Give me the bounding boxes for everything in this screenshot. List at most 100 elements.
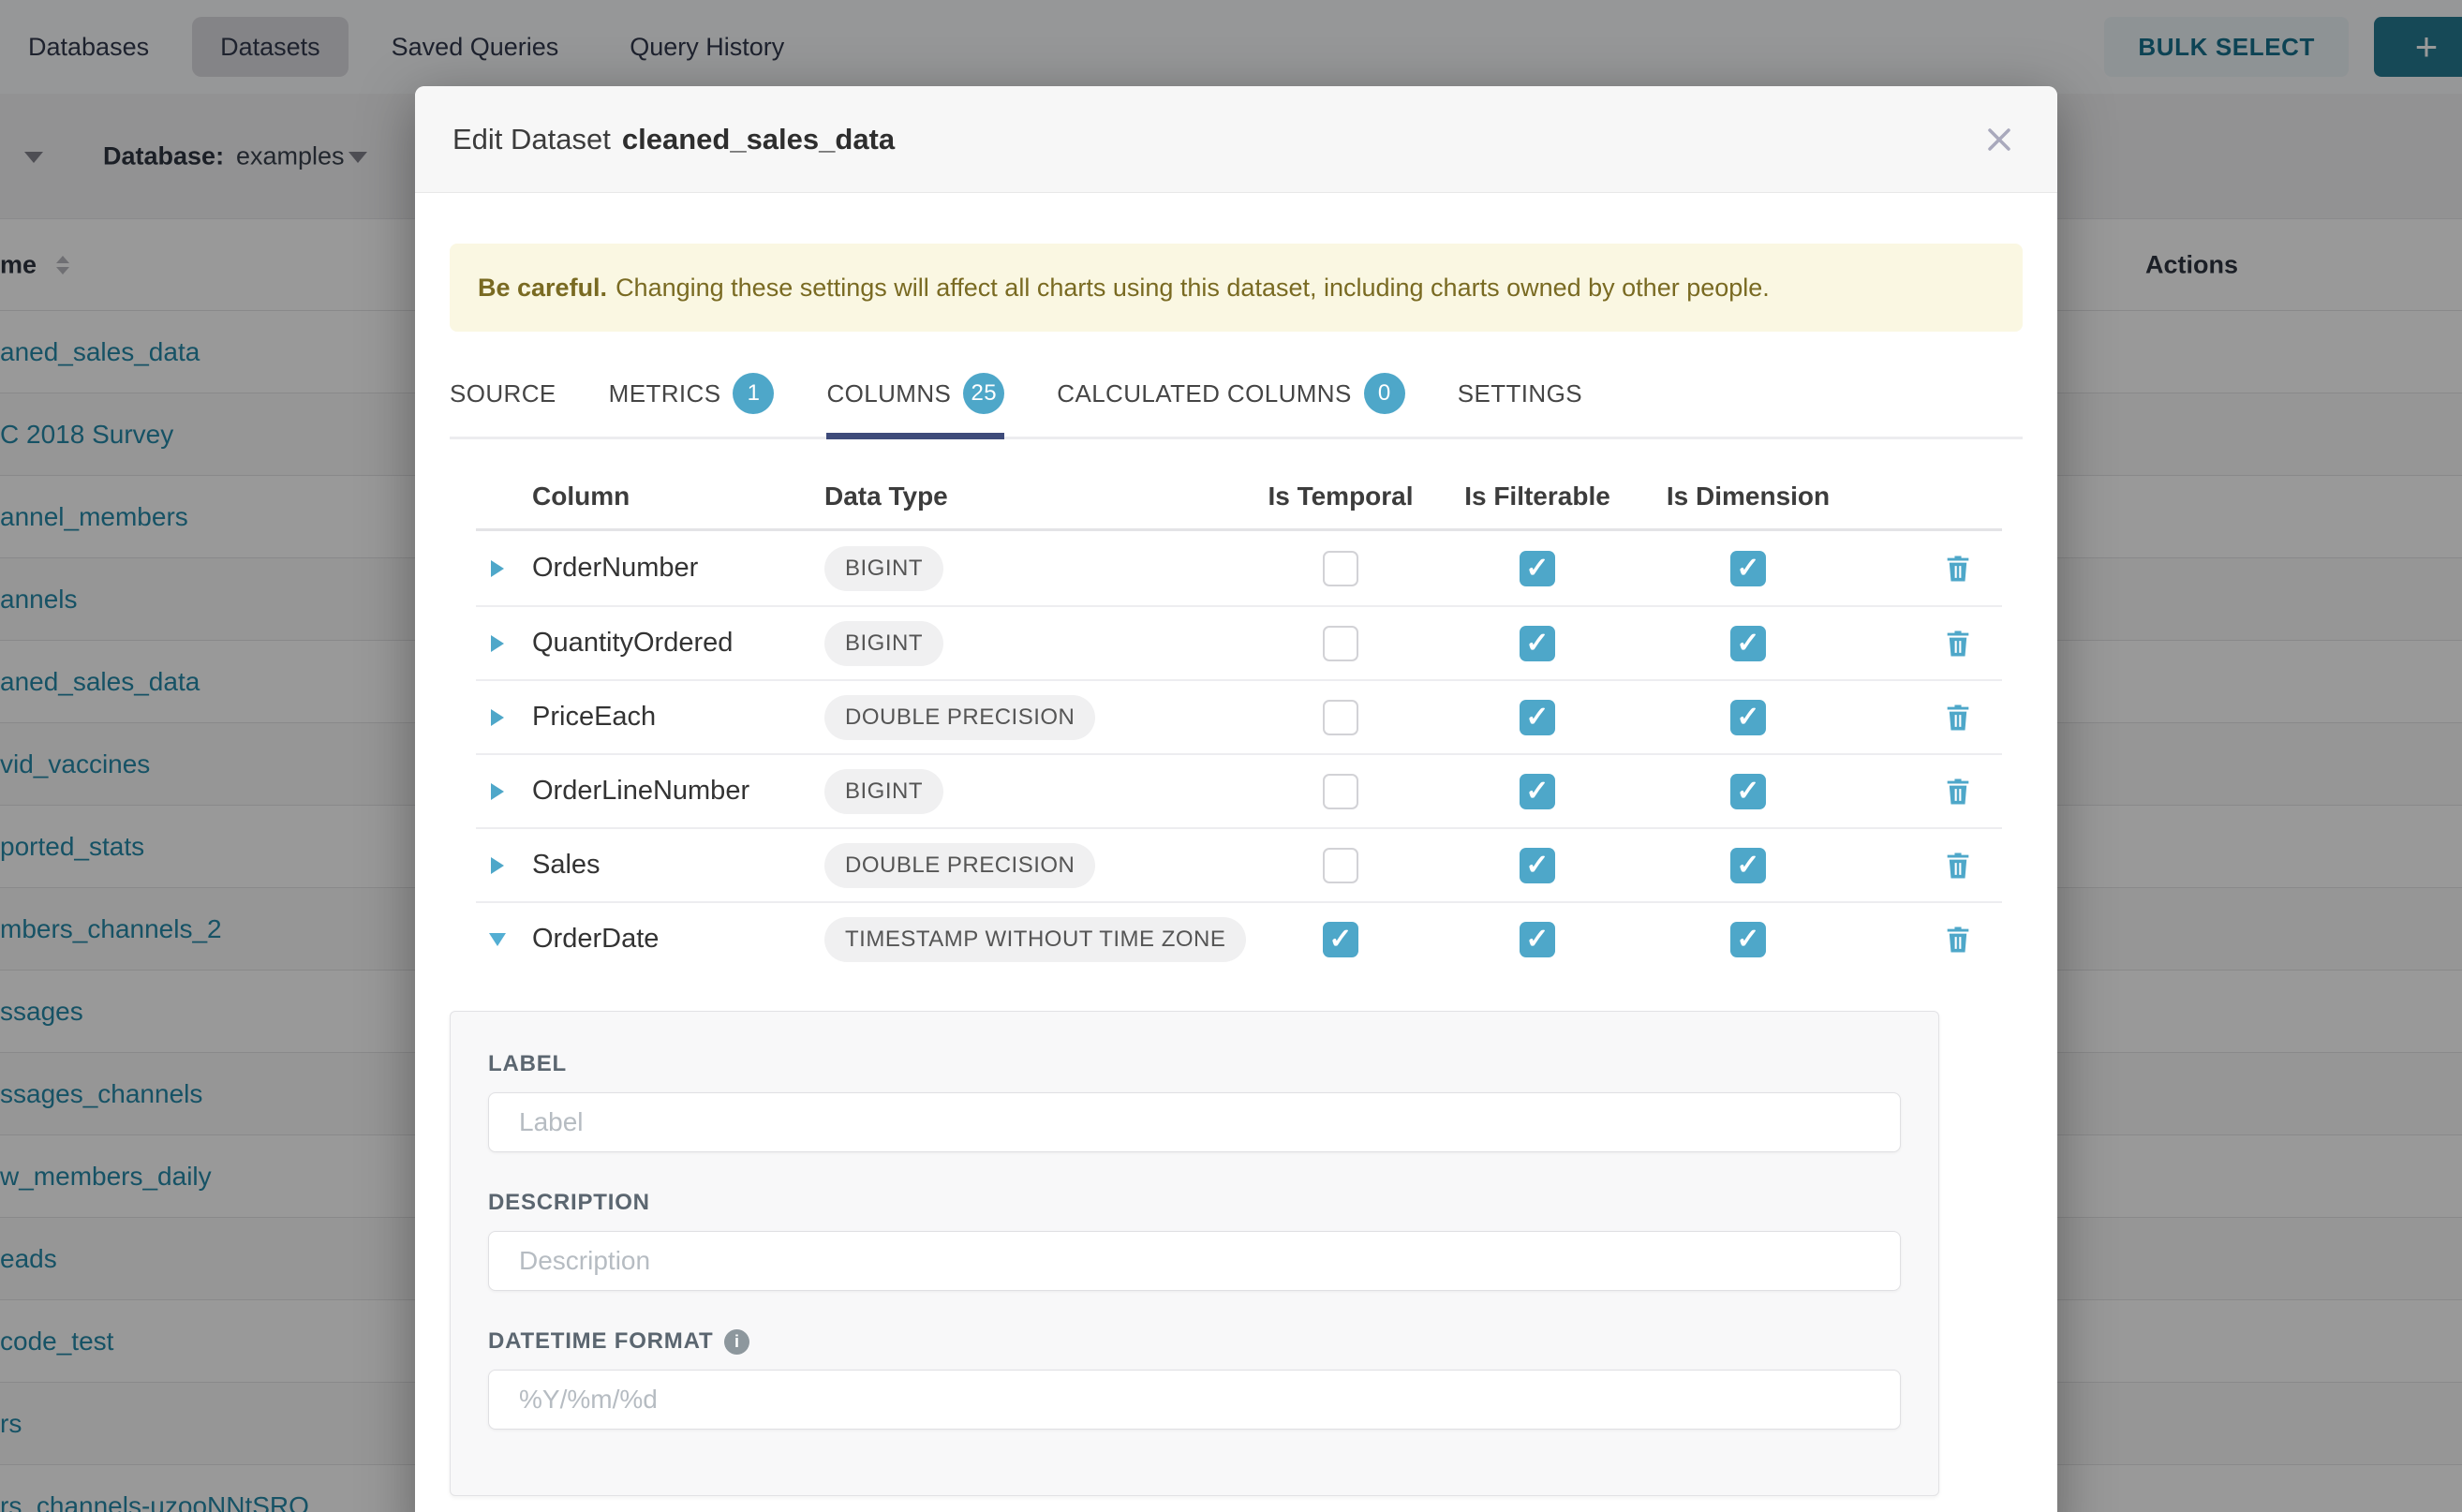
tab-columns[interactable]: COLUMNS25 (826, 373, 1004, 437)
warning-bold: Be careful. (478, 274, 607, 303)
column-name: PriceEach (519, 702, 811, 733)
delete-cell (1861, 553, 2002, 585)
column-row: PriceEach DOUBLE PRECISION (476, 679, 2002, 753)
data-type-badge: BIGINT (824, 621, 943, 666)
warning-text: Changing these settings will affect all … (616, 274, 1770, 303)
is-dimension-checkbox[interactable] (1730, 626, 1766, 661)
is-filterable-checkbox[interactable] (1520, 551, 1555, 586)
is-filterable-checkbox[interactable] (1520, 774, 1555, 809)
datetime-format-input[interactable] (488, 1370, 1901, 1430)
modal-tabs: SOURCE METRICS 1 COLUMNS25 CALCULATED COLUMN… (450, 373, 2023, 439)
is-temporal-checkbox[interactable] (1323, 626, 1358, 661)
caret-cell (476, 560, 519, 577)
tab-label: METRICS (609, 379, 721, 408)
caret-cell (476, 933, 519, 946)
is-filterable-checkbox[interactable] (1520, 922, 1555, 957)
info-icon[interactable]: i (724, 1329, 749, 1355)
expand-caret-icon[interactable] (491, 709, 504, 726)
tab-metrics[interactable]: METRICS 1 (609, 373, 775, 437)
caret-cell (476, 635, 519, 652)
column-name: Sales (519, 850, 811, 881)
data-type-badge: BIGINT (824, 546, 943, 591)
delete-cell (1861, 850, 2002, 882)
data-type-badge: DOUBLE PRECISION (824, 695, 1095, 740)
tab-label: SETTINGS (1458, 379, 1582, 408)
column-header: Column (519, 482, 811, 511)
description-field-label: DESCRIPTION (488, 1190, 1901, 1216)
delete-column-icon[interactable] (1942, 702, 1974, 734)
tab-calculated-columns[interactable]: CALCULATED COLUMNS0 (1057, 373, 1404, 437)
is-filterable-checkbox-cell (1439, 551, 1636, 586)
caret-cell (476, 857, 519, 874)
column-row: OrderNumberBIGINT (476, 531, 2002, 605)
data-type-cell: DOUBLE PRECISION (811, 695, 1242, 740)
delete-cell (1861, 924, 2002, 956)
is-temporal-checkbox[interactable] (1323, 774, 1358, 809)
data-type-cell: BIGINT (811, 546, 1242, 591)
is-filterable-checkbox[interactable] (1520, 626, 1555, 661)
datetime-format-label-text: DATETIME FORMAT (488, 1328, 713, 1355)
columns-table: Column Data Type Is Temporal Is Filterab… (476, 464, 2002, 975)
is-filterable-header: Is Filterable (1439, 482, 1636, 511)
is-dimension-checkbox[interactable] (1730, 700, 1766, 735)
delete-column-icon[interactable] (1942, 924, 1974, 956)
column-name: OrderLineNumber (519, 776, 811, 807)
modal-title: Edit Dataset (452, 123, 611, 156)
is-temporal-checkbox[interactable] (1323, 922, 1358, 957)
is-filterable-checkbox-cell (1439, 922, 1636, 957)
datetime-format-field: DATETIME FORMAT i (488, 1328, 1901, 1430)
is-dimension-checkbox-cell (1636, 626, 1861, 661)
description-field-label-text: DESCRIPTION (488, 1190, 650, 1216)
expand-caret-icon[interactable] (491, 783, 504, 800)
description-input[interactable] (488, 1231, 1901, 1291)
close-icon[interactable] (1982, 123, 2016, 156)
tab-label: SOURCE (450, 379, 556, 408)
is-temporal-checkbox[interactable] (1323, 700, 1358, 735)
is-dimension-checkbox[interactable] (1730, 922, 1766, 957)
is-temporal-checkbox-cell (1242, 626, 1439, 661)
column-row: OrderLineNumber BIGINT (476, 753, 2002, 827)
delete-column-icon[interactable] (1942, 553, 1974, 585)
is-dimension-checkbox-cell (1636, 774, 1861, 809)
is-dimension-checkbox-cell (1636, 551, 1861, 586)
collapse-caret-icon[interactable] (489, 933, 506, 946)
is-dimension-checkbox-cell (1636, 922, 1861, 957)
label-field-label: LABEL (488, 1051, 1901, 1077)
columns-table-header: Column Data Type Is Temporal Is Filterab… (476, 464, 2002, 531)
delete-cell (1861, 702, 2002, 734)
expand-caret-icon[interactable] (491, 635, 504, 652)
is-dimension-checkbox[interactable] (1730, 551, 1766, 586)
is-filterable-checkbox-cell (1439, 774, 1636, 809)
is-temporal-checkbox-cell (1242, 774, 1439, 809)
tab-source[interactable]: SOURCE (450, 373, 556, 437)
is-filterable-checkbox[interactable] (1520, 700, 1555, 735)
columns-table-rows: OrderNumberBIGINT QuantityOrdered BIGINT Pr… (476, 531, 2002, 975)
data-type-header: Data Type (811, 482, 1242, 511)
modal-body: Be careful. Changing these settings will… (415, 244, 2057, 1496)
delete-column-icon[interactable] (1942, 850, 1974, 882)
is-temporal-checkbox[interactable] (1323, 551, 1358, 586)
is-filterable-checkbox-cell (1439, 626, 1636, 661)
column-name: QuantityOrdered (519, 628, 811, 659)
label-input[interactable] (488, 1092, 1901, 1152)
data-type-cell: BIGINT (811, 621, 1242, 666)
caret-cell (476, 709, 519, 726)
is-dimension-checkbox[interactable] (1730, 774, 1766, 809)
tab-count-badge: 1 (733, 373, 774, 414)
delete-column-icon[interactable] (1942, 776, 1974, 808)
is-filterable-checkbox-cell (1439, 848, 1636, 883)
delete-column-icon[interactable] (1942, 628, 1974, 660)
is-dimension-checkbox[interactable] (1730, 848, 1766, 883)
tab-settings[interactable]: SETTINGS (1458, 373, 1582, 437)
expand-caret-icon[interactable] (491, 857, 504, 874)
delete-cell (1861, 628, 2002, 660)
is-temporal-checkbox-cell (1242, 551, 1439, 586)
is-temporal-checkbox[interactable] (1323, 848, 1358, 883)
is-filterable-checkbox[interactable] (1520, 848, 1555, 883)
warning-banner: Be careful. Changing these settings will… (450, 244, 2023, 332)
is-temporal-checkbox-cell (1242, 700, 1439, 735)
data-type-badge: DOUBLE PRECISION (824, 843, 1095, 888)
is-filterable-checkbox-cell (1439, 700, 1636, 735)
expand-caret-icon[interactable] (491, 560, 504, 577)
data-type-badge: BIGINT (824, 769, 943, 814)
